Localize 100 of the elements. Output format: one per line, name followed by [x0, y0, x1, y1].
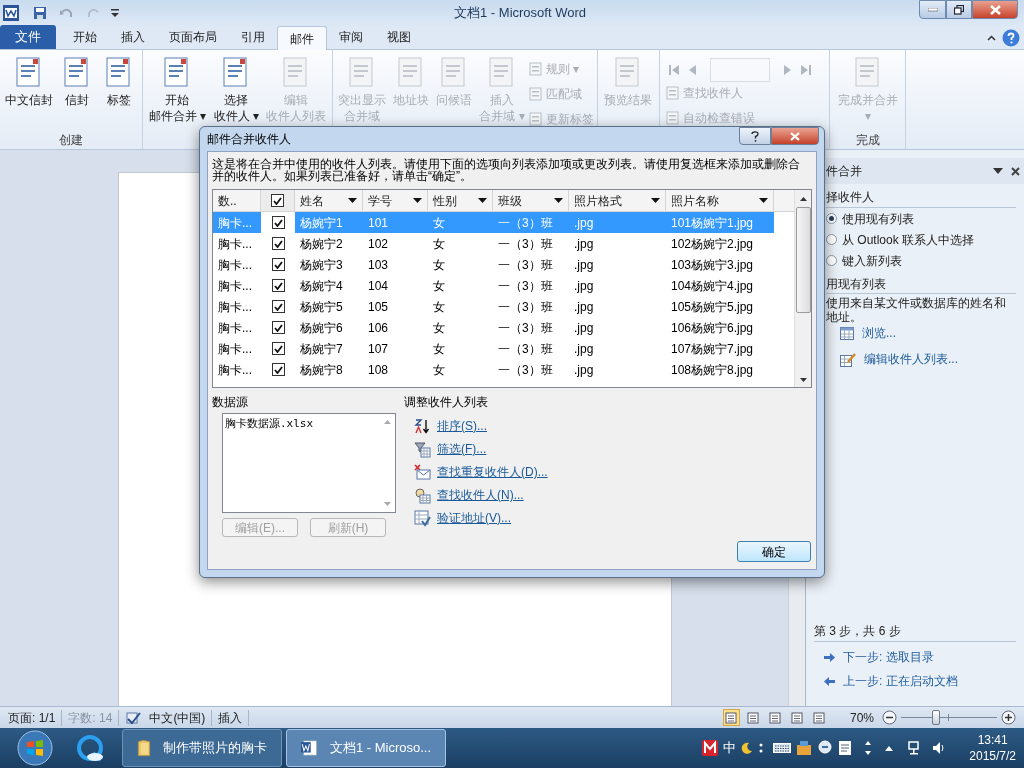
- checkmark-icon: [273, 323, 283, 332]
- page-count[interactable]: 页面: 1/1: [8, 708, 56, 727]
- ribbon-tab[interactable]: 引用: [229, 25, 277, 49]
- table-cell-text: 103: [367, 256, 390, 274]
- radio-button[interactable]: [826, 234, 837, 245]
- table-cell-text: 一（3）班: [497, 235, 554, 253]
- insert-mode[interactable]: 插入: [218, 708, 243, 727]
- table-cell-text: 女: [432, 361, 446, 379]
- pane-link[interactable]: 浏览...: [862, 324, 896, 342]
- language-status[interactable]: 中文(中国): [149, 708, 206, 727]
- table-cell-text: 一（3）班: [497, 256, 554, 274]
- checkbox[interactable]: [271, 342, 285, 355]
- checkbox[interactable]: [271, 194, 284, 207]
- show-hidden-icon: [884, 744, 895, 752]
- scroll-down-icon: [383, 502, 391, 506]
- column-header[interactable]: 照片名称: [666, 190, 774, 211]
- action-link[interactable]: 查找重复收件人(D)...: [437, 463, 548, 481]
- minimize-icon: [927, 7, 938, 12]
- table-cell-text: 女: [432, 340, 446, 358]
- ribbon-button[interactable]: 信封: [57, 56, 97, 131]
- ribbon-button[interactable]: 开始 邮件合并 ▾: [146, 56, 209, 131]
- checkbox[interactable]: [271, 363, 285, 376]
- data-source-list[interactable]: 胸卡数据源.xlsx: [222, 413, 396, 513]
- ribbon-tab[interactable]: 视图: [375, 25, 423, 49]
- pane-link[interactable]: 上一步: 正在启动文档: [843, 672, 958, 690]
- pane-title: 件合并: [826, 163, 863, 180]
- column-header[interactable]: 姓名: [295, 190, 363, 211]
- list-icon: [529, 87, 543, 101]
- checkbox[interactable]: [271, 258, 285, 271]
- checkmark-icon: [273, 239, 283, 248]
- dropdown-icon: [554, 198, 563, 203]
- ribbon-tab[interactable]: 文件: [0, 25, 56, 49]
- checkbox[interactable]: [271, 237, 285, 250]
- checkbox[interactable]: [271, 279, 285, 292]
- column-header[interactable]: 班级: [493, 190, 569, 211]
- ribbon-tab[interactable]: 邮件: [277, 26, 327, 50]
- table-cell-text: .jpg: [573, 235, 595, 253]
- section-heading: 择收件人: [826, 188, 1016, 208]
- table-cell-text: .jpg: [573, 319, 595, 337]
- help-icon: [751, 130, 759, 142]
- tray-arrows-icon: [863, 740, 874, 756]
- ribbon-tab[interactable]: 审阅: [327, 25, 375, 49]
- action-link[interactable]: 验证地址(V)...: [437, 509, 511, 527]
- table-cell-text: 104杨婉宁4.jpg: [670, 277, 755, 295]
- table-cell-text: .jpg: [573, 298, 595, 316]
- pane-link[interactable]: 编辑收件人列表...: [864, 350, 958, 368]
- table-cell-text: 杨婉宁6: [299, 319, 344, 337]
- ribbon-tab[interactable]: 插入: [109, 25, 157, 49]
- vertical-scrollbar[interactable]: [794, 190, 811, 387]
- ribbon-button[interactable]: 选择 收件人 ▾: [210, 56, 262, 131]
- dropdown-icon: [993, 168, 1003, 174]
- column-header[interactable]: 学号: [363, 190, 428, 211]
- last-record-icon: [800, 64, 812, 76]
- table-cell: 一（3）班: [493, 212, 569, 233]
- radio-button[interactable]: [826, 213, 837, 224]
- checkmark-icon: [273, 281, 283, 290]
- reading-icon: [747, 711, 760, 724]
- action-link[interactable]: 筛选(F)...: [437, 440, 487, 458]
- clock-time[interactable]: 13:41: [977, 732, 1008, 748]
- table-cell-text: 一（3）班: [497, 340, 554, 358]
- taskbar-button[interactable]: 制作带照片的胸卡: [122, 729, 282, 767]
- web-layout-icon: [769, 711, 782, 724]
- ok-button[interactable]: 确定: [737, 541, 811, 562]
- ribbon-button[interactable]: 标签: [99, 56, 139, 131]
- table-cell-text: 杨婉宁8: [299, 361, 344, 379]
- checkbox[interactable]: [271, 300, 285, 313]
- table-cell: 胸卡...: [213, 212, 261, 233]
- table-cell: 101: [363, 212, 428, 233]
- checkmark-icon: [273, 218, 283, 227]
- pane-link[interactable]: 下一步: 选取目录: [843, 648, 934, 666]
- close-button[interactable]: [771, 127, 819, 145]
- list-icon: [666, 86, 680, 100]
- instructions-text: 这是将在合并中使用的收件人列表。请使用下面的选项向列表添加项或更改列表。请使用复选框来添加或删除合并的收件人。如果列表已准备好，请单击“确定”。: [212, 158, 801, 182]
- taskbar-button[interactable]: 文档1 - Microso...: [286, 729, 446, 767]
- list-item[interactable]: 胸卡数据源.xlsx: [225, 416, 393, 433]
- clock-date[interactable]: 2015/7/2: [969, 748, 1016, 764]
- zoom-level[interactable]: 70%: [849, 708, 874, 727]
- action-link[interactable]: 查找收件人(N)...: [437, 486, 524, 504]
- table-cell-text: .jpg: [573, 340, 595, 358]
- checkmark-icon: [273, 196, 282, 205]
- action-link[interactable]: 排序(S)...: [437, 417, 487, 435]
- table-cell-text: 105: [367, 298, 390, 316]
- close-button[interactable]: [972, 0, 1018, 19]
- input-mode[interactable]: 中: [723, 738, 737, 758]
- checkbox[interactable]: [271, 216, 285, 229]
- column-header[interactable]: 性别: [428, 190, 493, 211]
- table-cell-text: .jpg: [573, 361, 595, 379]
- start-button[interactable]: [14, 728, 56, 768]
- ribbon-tab[interactable]: 页面布局: [157, 25, 229, 49]
- column-header[interactable]: 照片格式: [569, 190, 666, 211]
- save-icon: [33, 6, 47, 20]
- zoom-slider[interactable]: [901, 710, 997, 725]
- checkbox[interactable]: [271, 321, 285, 334]
- ribbon-button[interactable]: 中文信封: [3, 56, 55, 131]
- table-cell-text: .jpg: [573, 277, 595, 295]
- restore-button[interactable]: [946, 0, 972, 19]
- table-cell-text: 女: [432, 256, 446, 274]
- ribbon-tab[interactable]: 开始: [61, 25, 109, 49]
- radio-button[interactable]: [826, 255, 837, 266]
- help-button[interactable]: [739, 127, 771, 145]
